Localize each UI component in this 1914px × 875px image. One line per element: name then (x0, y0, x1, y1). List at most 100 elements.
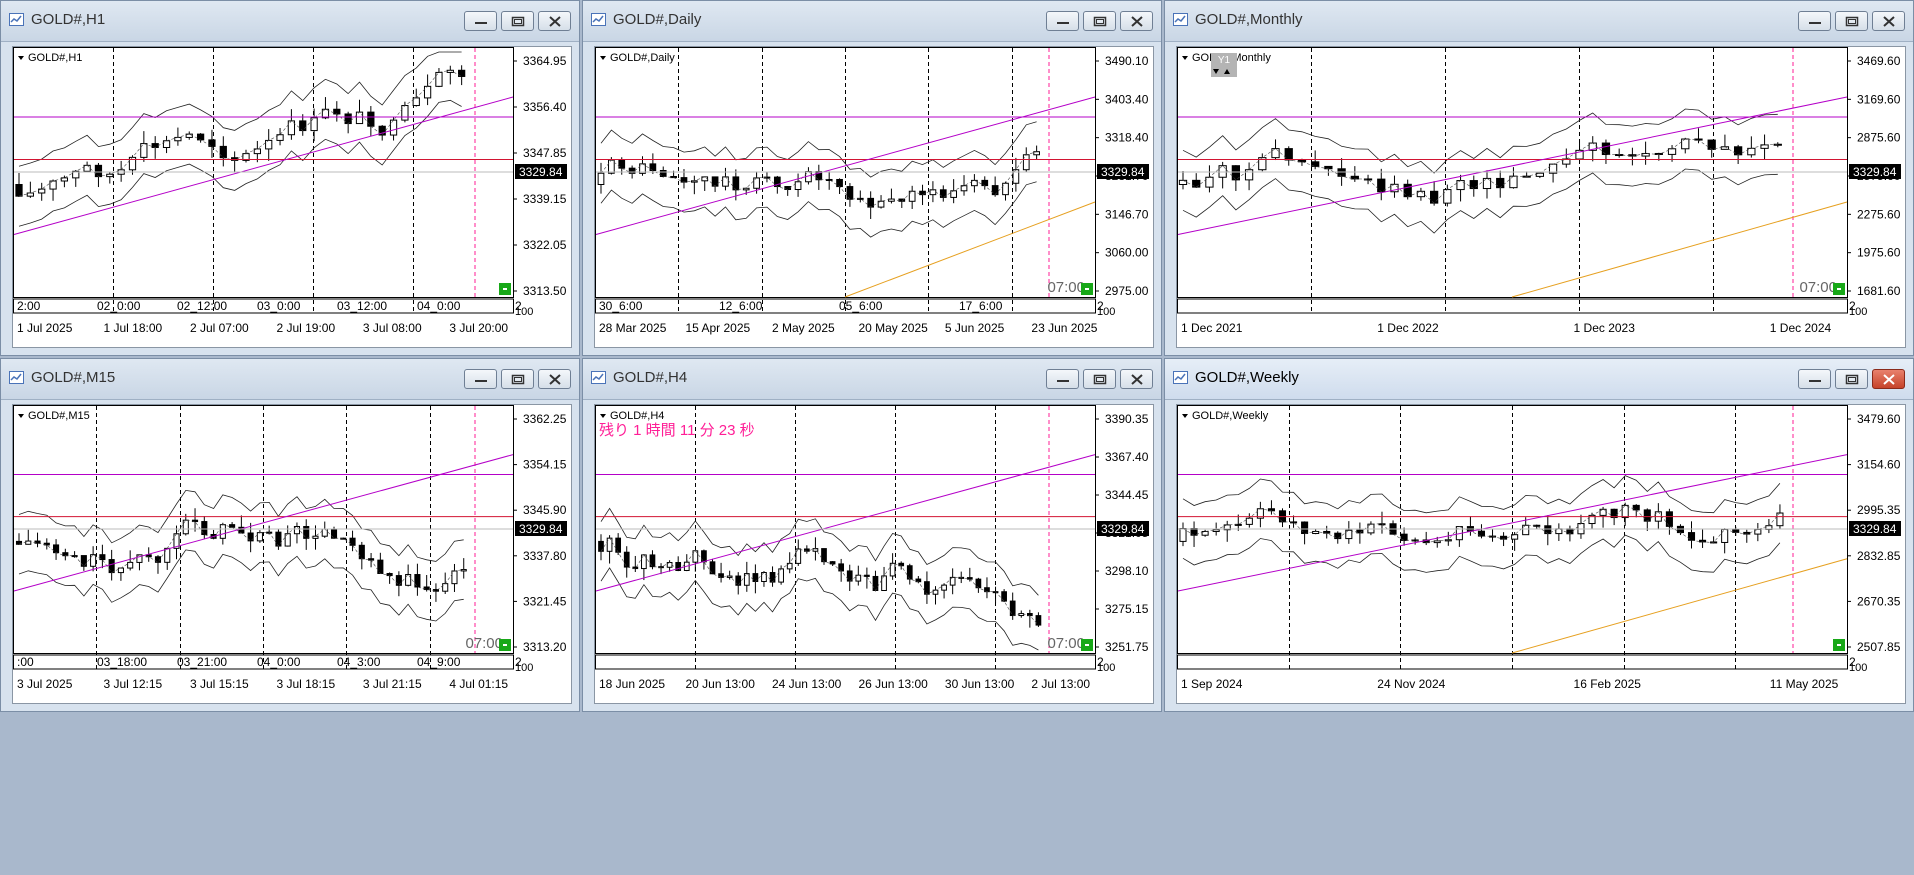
maximize-button[interactable] (1835, 11, 1868, 31)
time-label: 02_12:00 (177, 299, 227, 313)
candle-body (932, 589, 939, 595)
dropdown-triangle-icon[interactable] (18, 56, 24, 60)
trend-line-orange[interactable] (1511, 558, 1848, 654)
chart-symbol-label: GOLD#,M15 (28, 410, 90, 422)
trend-line[interactable] (595, 454, 1096, 592)
chart-canvas[interactable]: 3490.103403.403318.403231.703146.703060.… (595, 47, 1153, 347)
chart-canvas[interactable]: 3390.353367.403344.453321.053298.103275.… (595, 405, 1153, 703)
current-price-label: 3329.84 (1853, 522, 1897, 536)
navigator-bar[interactable] (1177, 298, 1848, 314)
time-label: 03_12:00 (337, 299, 387, 313)
maximize-button[interactable] (501, 11, 534, 31)
window-titlebar[interactable]: GOLD#,Monthly (1165, 1, 1913, 42)
price-chart[interactable]: 3479.60 3154.60 2995.35 2832.85 2670.35 2507.… (1176, 404, 1906, 704)
minimize-icon (1809, 380, 1821, 382)
minimize-icon (475, 380, 487, 382)
close-button[interactable] (538, 369, 571, 389)
chart-canvas[interactable]: 3479.60 3154.60 2995.35 2832.85 2670.35 2507.… (1177, 405, 1905, 703)
minimize-button[interactable] (464, 11, 497, 31)
date-axis-label: 28 Mar 2025 (599, 321, 667, 335)
chart-window-h1[interactable]: GOLD#,H1 3364.95 3356.40 3347.85 3339.15 3322… (0, 0, 580, 356)
candle-body (906, 565, 913, 580)
trend-line[interactable] (1177, 96, 1848, 235)
dropdown-triangle-icon[interactable] (600, 56, 606, 60)
time-label: 04_0:00 (417, 299, 461, 313)
chart-window-weekly[interactable]: GOLD#,Weekly 3479.60 3154.60 2995.35 2832.85… (1164, 358, 1914, 712)
maximize-button[interactable] (501, 369, 534, 389)
price-chart[interactable]: 3490.103403.403318.403231.703146.703060.… (594, 46, 1154, 348)
close-button[interactable] (1120, 369, 1153, 389)
chart-window-monthly[interactable]: GOLD#,Monthly 3469.603169.602875.602575.6… (1164, 0, 1914, 356)
candle-body (1244, 169, 1254, 181)
close-button[interactable] (538, 11, 571, 31)
price-axis-label: 3469.60 (1857, 54, 1901, 68)
minimize-icon (475, 22, 487, 24)
maximize-button[interactable] (1083, 11, 1116, 31)
dropdown-triangle-icon[interactable] (1182, 56, 1188, 60)
window-titlebar[interactable]: GOLD#,H1 (1, 1, 579, 42)
dropdown-triangle-icon[interactable] (1182, 414, 1188, 418)
chart-canvas[interactable]: 3364.95 3356.40 3347.85 3339.15 3322.05 3313.… (13, 47, 571, 347)
candle-body (908, 190, 916, 202)
date-axis-label: 5 Jun 2025 (945, 321, 1005, 335)
price-chart[interactable]: 3390.353367.403344.453321.053298.103275.… (594, 404, 1154, 704)
close-button[interactable] (1120, 11, 1153, 31)
chart-canvas[interactable]: 3362.25 3354.15 3345.90 3337.80 3321.45 3313.… (13, 405, 571, 703)
price-axis-label: 2832.85 (1857, 549, 1901, 563)
candle-body (423, 85, 432, 99)
price-axis-label: 3356.40 (523, 100, 567, 114)
candle-body (1218, 165, 1227, 178)
minimize-button[interactable] (1046, 369, 1079, 389)
candle-body (1469, 180, 1478, 190)
price-axis-label: 2975.00 (1105, 284, 1149, 298)
price-chart[interactable]: 3364.95 3356.40 3347.85 3339.15 3322.05 3313.… (12, 46, 572, 348)
price-chart[interactable]: 3362.25 3354.15 3345.90 3337.80 3321.45 3313.… (12, 404, 572, 704)
dropdown-triangle-icon[interactable] (600, 414, 606, 418)
bollinger-lower (1182, 168, 1778, 234)
time-label: 12_6:00 (719, 299, 763, 313)
maximize-button[interactable] (1083, 369, 1116, 389)
status-mark (1085, 288, 1089, 290)
date-axis-label: 18 Jun 2025 (599, 677, 665, 691)
candle-body (1509, 175, 1518, 189)
candle-body (598, 540, 604, 552)
scale-label: 100 (1849, 662, 1867, 674)
candle-body (1500, 535, 1508, 540)
trend-line[interactable] (595, 96, 1096, 235)
minimize-button[interactable] (1046, 11, 1079, 31)
candle-body (358, 544, 365, 560)
date-axis-label: 2 Jul 07:00 (190, 321, 249, 335)
maximize-button[interactable] (1835, 369, 1868, 389)
chart-window-m15[interactable]: GOLD#,M15 3362.25 3354.15 3345.90 3337.80 332… (0, 358, 580, 712)
chart-canvas[interactable]: 3469.603169.602875.602575.602275.601975.… (1177, 47, 1905, 347)
minimize-button[interactable] (464, 369, 497, 389)
candle-body (867, 197, 875, 208)
close-icon (549, 374, 561, 385)
date-axis-label: 20 Jun 13:00 (685, 677, 755, 691)
price-chart[interactable]: 3469.603169.602875.602575.602275.601975.… (1176, 46, 1906, 348)
dropdown-triangle-icon[interactable] (18, 414, 24, 418)
status-mark (1837, 288, 1841, 290)
candle-body (367, 111, 375, 127)
candle-body (1035, 615, 1042, 626)
date-axis-label: 3 Jul 21:15 (363, 677, 422, 691)
minimize-button[interactable] (1798, 369, 1831, 389)
navigator-bar[interactable] (595, 654, 1096, 670)
trend-line-orange[interactable] (1511, 201, 1848, 298)
window-titlebar[interactable]: GOLD#,Daily (583, 1, 1161, 42)
close-button[interactable] (1872, 369, 1905, 389)
candle-body (321, 528, 328, 537)
candle-body (310, 117, 318, 132)
window-titlebar[interactable]: GOLD#,M15 (1, 359, 579, 400)
window-titlebar[interactable]: GOLD#,H4 (583, 359, 1161, 400)
date-axis-label: 24 Nov 2024 (1377, 677, 1445, 691)
minimize-button[interactable] (1798, 11, 1831, 31)
window-titlebar[interactable]: GOLD#,Weekly (1165, 359, 1913, 400)
candle-body (1178, 179, 1188, 186)
time-label: 02_0:00 (97, 299, 141, 313)
window-title: GOLD#,Daily (613, 11, 702, 28)
candle-body (597, 172, 605, 185)
chart-window-h4[interactable]: GOLD#,H4 3390.353367.403344.453321.053298… (582, 358, 1162, 712)
close-button[interactable] (1872, 11, 1905, 31)
chart-window-daily[interactable]: GOLD#,Daily 3490.103403.403318.403231.703… (582, 0, 1162, 356)
